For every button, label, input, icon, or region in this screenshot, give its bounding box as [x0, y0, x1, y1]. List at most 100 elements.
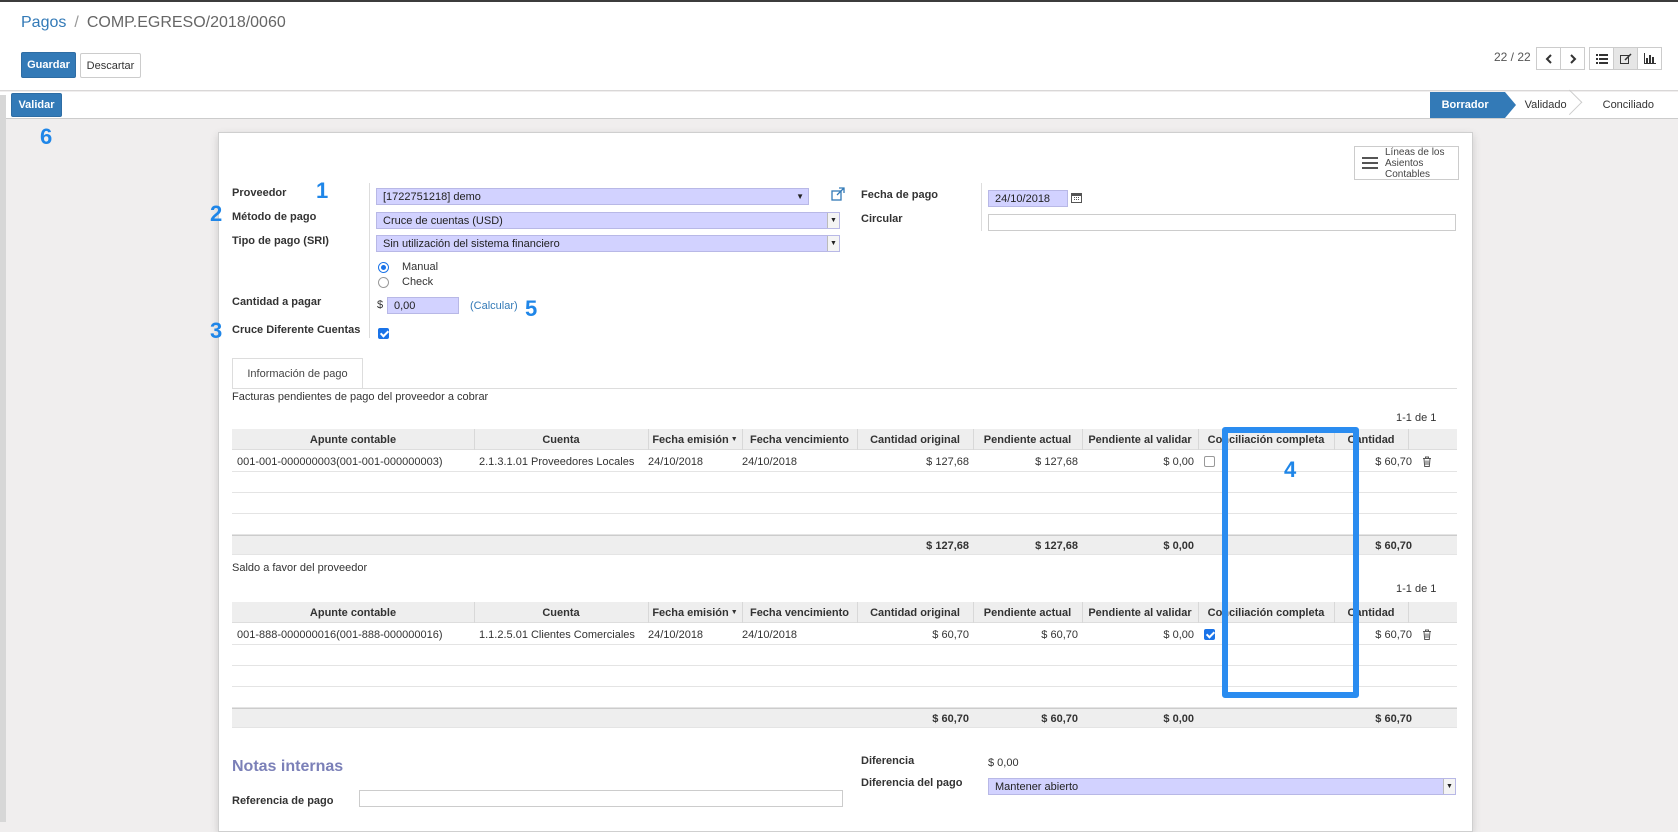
- col-fecha-emision-label: Fecha emisión: [652, 606, 729, 619]
- total-pendiente-actual: $ 60,70: [1041, 712, 1078, 725]
- status-step-borrador: Borrador: [1429, 92, 1516, 118]
- diferencia-label: Diferencia: [861, 755, 915, 767]
- breadcrumb: Pagos / COMP.EGRESO/2018/0060: [21, 14, 286, 32]
- col-cantidad-original[interactable]: Cantidad original: [857, 429, 973, 450]
- diferencia-value: $ 0,00: [988, 757, 1019, 769]
- radio-manual[interactable]: [378, 262, 389, 273]
- annotation-2: 2: [210, 201, 223, 226]
- save-button[interactable]: Guardar: [21, 52, 76, 78]
- annotation-6: 6: [40, 124, 53, 149]
- sort-caret-icon: ▼: [730, 609, 738, 616]
- annotation-3: 3: [210, 318, 223, 343]
- chevron-left-icon: [1545, 53, 1552, 64]
- col-fecha-emision[interactable]: Fecha emisión ▼: [648, 602, 742, 623]
- cell-cuenta: 2.1.3.1.01 Proveedores Locales: [479, 455, 635, 468]
- list-icon: [1595, 53, 1608, 64]
- circular-input[interactable]: [988, 214, 1456, 231]
- breadcrumb-pagos-link[interactable]: Pagos: [21, 14, 66, 31]
- fecha-pago-label: Fecha de pago: [861, 189, 939, 201]
- breadcrumb-current: COMP.EGRESO/2018/0060: [86, 14, 286, 31]
- journal-lines-button[interactable]: Líneas de los Asientos Contables: [1354, 146, 1459, 180]
- table-footer: $ 60,70 $ 60,70 $ 0,00 $ 60,70: [232, 708, 1457, 728]
- col-cuenta[interactable]: Cuenta: [474, 602, 648, 623]
- external-link-icon[interactable]: [831, 187, 845, 201]
- cruce-cuentas-label: Cruce Diferente Cuentas: [232, 324, 361, 336]
- cantidad-pagar-input[interactable]: 0,00: [387, 297, 459, 314]
- col-pendiente-actual[interactable]: Pendiente actual: [973, 429, 1082, 450]
- col-apunte-contable[interactable]: Apunte contable: [232, 429, 474, 450]
- proveedor-label: Proveedor: [232, 187, 287, 199]
- sort-caret-icon: ▼: [730, 436, 738, 443]
- conciliacion-checkbox[interactable]: [1204, 629, 1215, 640]
- cell-fecha-vencimiento: 24/10/2018: [742, 455, 798, 468]
- pager-value[interactable]: 22 / 22: [1494, 50, 1531, 64]
- col-fecha-emision[interactable]: Fecha emisión ▼: [648, 429, 742, 450]
- graph-view-button[interactable]: [1637, 47, 1662, 70]
- section-facturas-title: Facturas pendientes de pago del proveedo…: [232, 391, 489, 403]
- calendar-icon[interactable]: [1071, 192, 1082, 203]
- chevron-right-icon: [1569, 53, 1576, 64]
- referencia-pago-label: Referencia de pago: [232, 795, 334, 807]
- cantidad-pagar-label: Cantidad a pagar: [232, 296, 322, 308]
- trash-icon[interactable]: [1422, 629, 1432, 640]
- fecha-pago-input[interactable]: 24/10/2018: [988, 190, 1068, 207]
- journal-lines-label: Líneas de los Asientos Contables: [1385, 147, 1445, 180]
- trash-icon[interactable]: [1422, 456, 1432, 467]
- radio-check[interactable]: [378, 277, 389, 288]
- cell-fecha-emision: 24/10/2018: [648, 455, 704, 468]
- col-pendiente-validar[interactable]: Pendiente al validar: [1082, 602, 1198, 623]
- tab-underline: [232, 388, 1457, 389]
- select-caret-icon: ▼: [827, 213, 839, 228]
- status-bar: Validar Borrador Validado Conciliado: [0, 92, 1678, 119]
- cell-pendiente-actual: $ 60,70: [1041, 628, 1078, 641]
- cell-apunte: 001-001-000000003(001-001-000000003): [237, 455, 443, 468]
- col-pendiente-actual[interactable]: Pendiente actual: [973, 602, 1082, 623]
- notas-internas-title: Notas internas: [232, 758, 344, 775]
- cell-pendiente-validar: $ 0,00: [1163, 455, 1194, 468]
- diferencia-pago-value: Mantener abierto: [995, 780, 1079, 793]
- cruce-cuentas-checkbox[interactable]: [378, 328, 389, 339]
- col-cuenta[interactable]: Cuenta: [474, 429, 648, 450]
- status-step-conciliado[interactable]: Conciliado: [1583, 92, 1670, 118]
- col-cantidad-original[interactable]: Cantidad original: [857, 602, 973, 623]
- calcular-link[interactable]: (Calcular): [470, 300, 518, 312]
- conciliacion-checkbox[interactable]: [1204, 456, 1215, 467]
- currency-symbol: $: [377, 299, 384, 311]
- metodo-pago-label: Método de pago: [232, 211, 317, 223]
- pager-previous-button[interactable]: [1536, 47, 1561, 70]
- select-caret-icon: ▼: [827, 236, 839, 251]
- col-pendiente-validar[interactable]: Pendiente al validar: [1082, 429, 1198, 450]
- pager-next-button[interactable]: [1560, 47, 1585, 70]
- referencia-pago-input[interactable]: [359, 790, 843, 807]
- metodo-pago-select[interactable]: Cruce de cuentas (USD) ▼: [376, 212, 840, 229]
- radio-check-label: Check: [402, 276, 434, 288]
- diferencia-pago-select[interactable]: Mantener abierto ▼: [988, 778, 1456, 795]
- proveedor-field[interactable]: [1722751218] demo ▼: [376, 188, 809, 205]
- table1-pager: 1-1 de 1: [1396, 412, 1437, 424]
- col-fecha-vencimiento[interactable]: Fecha vencimiento: [742, 602, 857, 623]
- control-panel: Pagos / COMP.EGRESO/2018/0060 Guardar Desc…: [0, 2, 1678, 91]
- diferencia-pago-label: Diferencia del pago: [861, 777, 963, 789]
- annotation-5: 5: [525, 296, 538, 321]
- cell-pendiente-validar: $ 0,00: [1163, 628, 1194, 641]
- cell-apunte: 001-888-000000016(001-888-000000016): [237, 628, 443, 641]
- cell-fecha-vencimiento: 24/10/2018: [742, 628, 798, 641]
- col-fecha-vencimiento[interactable]: Fecha vencimiento: [742, 429, 857, 450]
- total-pendiente-actual: $ 127,68: [1035, 539, 1078, 552]
- list-view-button[interactable]: [1589, 47, 1614, 70]
- tipo-pago-sri-select[interactable]: Sin utilización del sistema financiero ▼: [376, 235, 840, 252]
- form-view-button[interactable]: [1613, 47, 1638, 70]
- circular-label: Circular: [861, 213, 903, 225]
- discard-button[interactable]: Descartar: [80, 53, 141, 78]
- tab-informacion-pago[interactable]: Información de pago: [232, 358, 363, 389]
- table2-pager: 1-1 de 1: [1396, 583, 1437, 595]
- total-cantidad: $ 60,70: [1375, 712, 1412, 725]
- col-apunte-contable[interactable]: Apunte contable: [232, 602, 474, 623]
- journal-lines-label-line1: Líneas de los: [1385, 146, 1445, 158]
- validate-button[interactable]: Validar: [11, 93, 62, 117]
- right-label-divider: [981, 183, 982, 231]
- tipo-pago-sri-value: Sin utilización del sistema financiero: [383, 237, 560, 250]
- journal-lines-label-line3: Contables: [1385, 168, 1431, 180]
- edit-icon: [1619, 52, 1632, 64]
- status-step-validado[interactable]: Validado: [1505, 92, 1583, 118]
